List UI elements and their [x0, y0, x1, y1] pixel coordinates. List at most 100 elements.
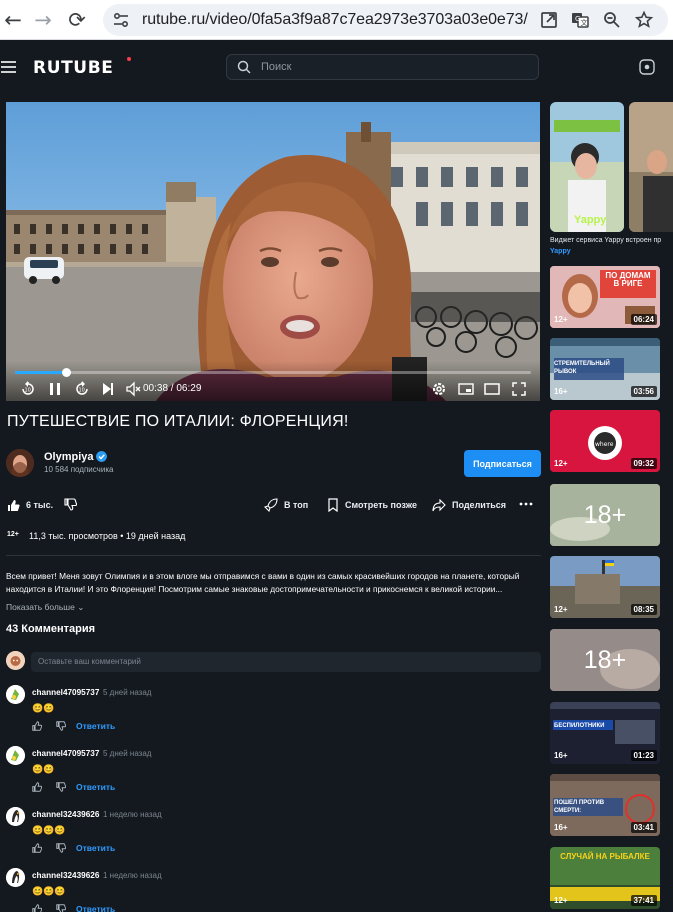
pause-icon[interactable]: [46, 380, 64, 398]
thumbs-down-icon[interactable]: [56, 782, 66, 792]
zoom-icon[interactable]: [602, 10, 622, 30]
share-button[interactable]: Поделиться: [432, 497, 506, 513]
video-player[interactable]: [6, 102, 540, 401]
back-icon[interactable]: ←: [0, 7, 26, 33]
comment-author[interactable]: channel47095737: [32, 749, 99, 758]
age-badge: 12+: [554, 896, 568, 905]
yappy-brand[interactable]: Yappy: [550, 248, 571, 255]
volume-muted-icon[interactable]: [125, 380, 143, 398]
age-rating-badge: 12+: [7, 531, 19, 538]
thumbs-up-icon[interactable]: [32, 843, 42, 853]
search-icon: [237, 60, 251, 74]
duration-badge: 09:32: [630, 458, 657, 469]
comment-input[interactable]: Оставьте ваш комментарий: [31, 652, 541, 672]
forward-icon[interactable]: →: [30, 7, 56, 33]
subscribe-button[interactable]: Подписаться: [464, 450, 541, 477]
picture-in-picture-icon[interactable]: [457, 380, 475, 398]
rec-video-thumb[interactable]: where 12+ 09:32: [550, 410, 660, 472]
bookmark-star-icon[interactable]: [634, 10, 654, 30]
rec-video-thumb[interactable]: СТРЕМИТЕЛЬНЫЙ РЫВОК 16+ 03:56: [550, 338, 660, 400]
adult-content-label: 18+: [583, 500, 627, 529]
progress-bar[interactable]: [15, 368, 531, 377]
rutube-logo[interactable]: RUTUBE: [33, 58, 113, 78]
rec-video-thumb[interactable]: 18+: [550, 484, 660, 546]
fullscreen-icon[interactable]: [510, 380, 528, 398]
comment-author[interactable]: channel32439626: [32, 871, 99, 880]
subscriber-count: 10 584 подписчика: [44, 465, 114, 474]
reply-button[interactable]: Ответить: [76, 721, 115, 731]
watch-later-button[interactable]: Смотреть позже: [327, 497, 417, 513]
rec-video-thumb[interactable]: ПОШЕЛ ПРОТИВ СМЕРТИ: 16+ 03:41: [550, 774, 660, 836]
reload-icon[interactable]: ⟳: [64, 7, 90, 33]
show-more-link[interactable]: Показать больше ⌄: [6, 602, 84, 613]
thumbs-up-icon[interactable]: [32, 782, 42, 792]
site-settings-icon[interactable]: [112, 11, 130, 29]
rec-video-thumb[interactable]: БЕСПИЛОТНИКИ 16+ 01:23: [550, 702, 660, 764]
dislike-icon[interactable]: [64, 498, 77, 511]
comment-placeholder: Оставьте ваш комментарий: [38, 657, 141, 666]
comment-avatar[interactable]: [6, 807, 25, 826]
thumb-text: ПОШЕЛ ПРОТИВ СМЕРТИ:: [554, 800, 605, 814]
theater-mode-icon[interactable]: [483, 380, 501, 398]
bookmark-icon: [328, 498, 338, 512]
channel-name[interactable]: Olympiya: [44, 451, 94, 463]
reply-button[interactable]: Ответить: [76, 843, 115, 853]
rewind-10-icon[interactable]: 10: [19, 380, 37, 398]
age-badge: 16+: [554, 823, 568, 832]
upload-icon[interactable]: [639, 59, 655, 75]
yappy-thumbnail: [550, 102, 624, 232]
comment-text: 😊😊: [32, 764, 55, 774]
video-description: Всем привет! Меня зовут Олимпия и в этом…: [6, 571, 520, 594]
share-icon: [432, 498, 446, 511]
comment-author[interactable]: channel32439626: [32, 810, 99, 819]
rec-video-thumb[interactable]: ПО ДОМАМ В РИГЕ 12+ 06:24: [550, 266, 660, 328]
settings-gear-icon[interactable]: [430, 380, 448, 398]
like-count: 6 тыс.: [26, 500, 54, 510]
reply-button[interactable]: Ответить: [76, 904, 115, 912]
thumbs-down-icon[interactable]: [56, 843, 66, 853]
thumbs-down-icon[interactable]: [56, 721, 66, 731]
rec-video-thumb[interactable]: 18+: [550, 629, 660, 691]
share-label: Поделиться: [452, 500, 507, 510]
comment-time: 1 неделю назад: [103, 871, 162, 880]
comment-avatar[interactable]: [6, 746, 25, 765]
more-options-icon[interactable]: [519, 502, 533, 506]
yappy-card[interactable]: Yappy: [550, 102, 624, 232]
like-button[interactable]: 6 тыс.: [7, 497, 53, 513]
open-in-new-icon[interactable]: [539, 10, 559, 30]
forward-10-icon[interactable]: 10: [73, 380, 91, 398]
comment-avatar[interactable]: [6, 685, 25, 704]
comment-author[interactable]: channel47095737: [32, 688, 99, 697]
translate-icon[interactable]: G文: [570, 10, 590, 30]
reply-button[interactable]: Ответить: [76, 782, 115, 792]
menu-icon[interactable]: [1, 60, 17, 74]
browser-toolbar: ← → ⟳ rutube.ru/video/0fa5a3f9a87c7ea297…: [0, 0, 673, 40]
url-text[interactable]: rutube.ru/video/0fa5a3f9a87c7ea2973e3703…: [142, 11, 528, 29]
thumbs-up-icon[interactable]: [32, 904, 42, 912]
yappy-card-2[interactable]: [629, 102, 673, 232]
rec-video-thumb[interactable]: 12+ 08:35: [550, 556, 660, 618]
progress-knob[interactable]: [61, 368, 71, 377]
channel-avatar[interactable]: [6, 449, 34, 477]
thumbs-up-icon[interactable]: [32, 721, 42, 731]
svg-text:10: 10: [25, 388, 31, 394]
thumb-text: БЕСПИЛОТНИКИ: [554, 723, 605, 729]
views-and-date: 11,3 тыс. просмотров • 19 дней назад: [29, 531, 186, 541]
top-button[interactable]: В топ: [264, 497, 308, 513]
comment-avatar[interactable]: [6, 868, 25, 887]
duration-badge: 03:41: [630, 822, 657, 833]
age-badge: 12+: [554, 315, 568, 324]
rec-video-thumb[interactable]: СЛУЧАЙ НА РЫБАЛКЕ 12+ 37:41: [550, 847, 660, 909]
search-input[interactable]: Поиск: [226, 54, 539, 80]
my-avatar: [6, 651, 25, 670]
thumbs-down-icon[interactable]: [56, 904, 66, 912]
video-title: ПУТЕШЕСТВИЕ ПО ИТАЛИИ: ФЛОРЕНЦИЯ!: [7, 413, 349, 430]
address-bar[interactable]: rutube.ru/video/0fa5a3f9a87c7ea2973e3703…: [103, 4, 668, 36]
progress-fill: [15, 371, 66, 374]
duration-badge: 06:24: [630, 314, 657, 325]
next-video-icon[interactable]: [99, 380, 117, 398]
verified-badge-icon: [96, 451, 107, 462]
thumbs-up-icon: [8, 499, 20, 511]
duration-badge: 08:35: [630, 604, 657, 615]
top-label: В топ: [284, 500, 309, 510]
